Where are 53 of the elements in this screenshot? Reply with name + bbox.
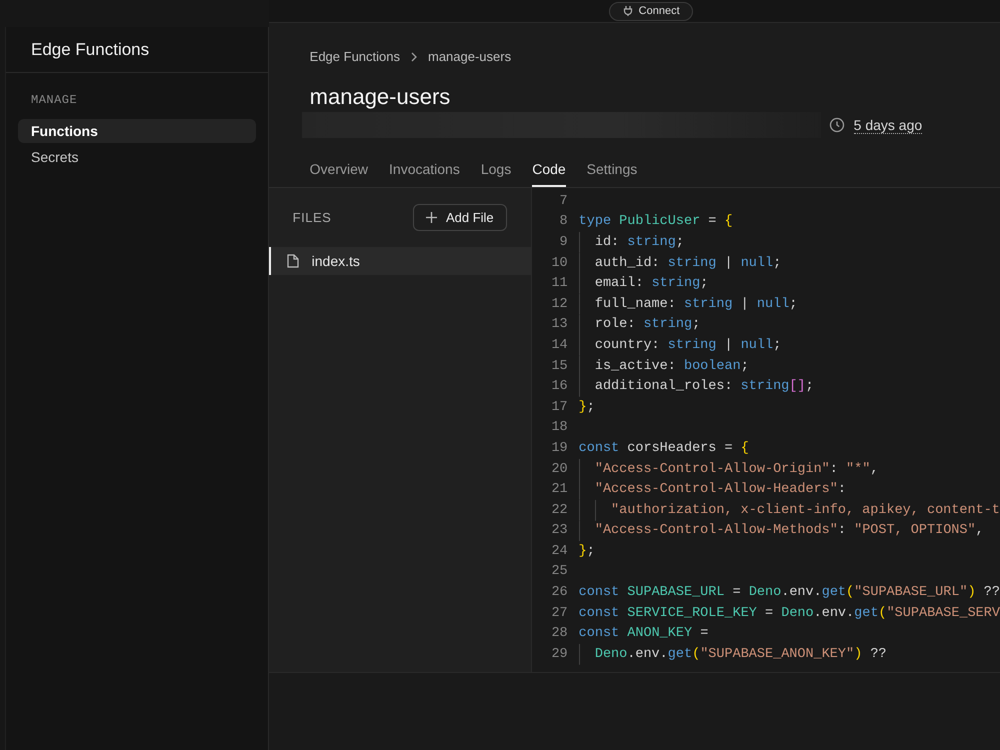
code-editor[interactable] <box>532 188 1000 672</box>
line-number: 23 <box>550 523 569 538</box>
section-label: MANAGE <box>30 92 78 109</box>
line-number: 22 <box>550 502 569 518</box>
code-line: const corsHeaders = { <box>578 440 749 458</box>
file-name: index.ts <box>312 253 360 269</box>
updated-time: 5 days ago <box>854 116 922 134</box>
line-number: 12 <box>550 296 569 312</box>
line-number: 18 <box>550 420 569 436</box>
line-number: 21 <box>550 482 569 498</box>
sidebar-title: Edge Functions <box>31 40 150 60</box>
line-number: 9 <box>558 234 569 250</box>
add-file-button[interactable]: Add File <box>412 204 507 231</box>
line-number: 16 <box>550 379 569 394</box>
connect-button[interactable]: Connect <box>608 2 693 20</box>
file-item[interactable]: index.ts <box>268 247 531 275</box>
line-number: 19 <box>550 440 569 456</box>
line-number: 14 <box>550 338 569 353</box>
code-line: }; <box>578 398 595 417</box>
line-number: 28 <box>550 626 569 642</box>
breadcrumb-link[interactable]: manage-users <box>428 49 512 64</box>
line-number: 15 <box>550 358 569 374</box>
tab[interactable]: Invocations <box>389 161 460 187</box>
plug-icon <box>622 5 634 17</box>
line-number: 11 <box>550 276 569 292</box>
line-number: 24 <box>550 544 569 559</box>
line-number: 13 <box>550 317 569 332</box>
line-number: 20 <box>550 462 569 477</box>
line-number: 29 <box>550 646 569 662</box>
line-number: 17 <box>550 400 569 415</box>
code-line: const SUPABASE_URL = Deno.env.get("SUPABASE_URL") ?? <box>578 584 1000 602</box>
line-number: 7 <box>558 194 569 209</box>
file-icon <box>286 254 299 268</box>
breadcrumb-link[interactable]: Edge Functions <box>310 49 400 64</box>
tab[interactable]: Logs <box>480 161 512 187</box>
sidebar-item[interactable]: Functions <box>18 119 256 143</box>
page-title: manage-users <box>310 84 452 110</box>
code-line: type PublicUser = { <box>578 213 733 232</box>
code-line: const SERVICE_ROLE_KEY = Deno.env.get("SUPABASE_SERV <box>578 604 1000 623</box>
code-line: }; <box>578 542 595 561</box>
files-heading: FILES <box>292 210 332 225</box>
line-number: 26 <box>550 585 569 600</box>
chevron-right-icon <box>410 52 418 62</box>
line-number: 25 <box>550 564 569 580</box>
code-line: const ANON_KEY = <box>578 625 708 644</box>
clock-icon <box>828 117 845 133</box>
line-number: 10 <box>550 256 569 271</box>
tab[interactable]: Overview <box>310 161 368 187</box>
tab[interactable]: Settings <box>586 161 638 187</box>
line-number: 27 <box>550 606 569 621</box>
plus-icon <box>426 212 437 223</box>
sidebar-item[interactable]: Secrets <box>18 145 256 169</box>
line-number: 8 <box>558 214 569 230</box>
